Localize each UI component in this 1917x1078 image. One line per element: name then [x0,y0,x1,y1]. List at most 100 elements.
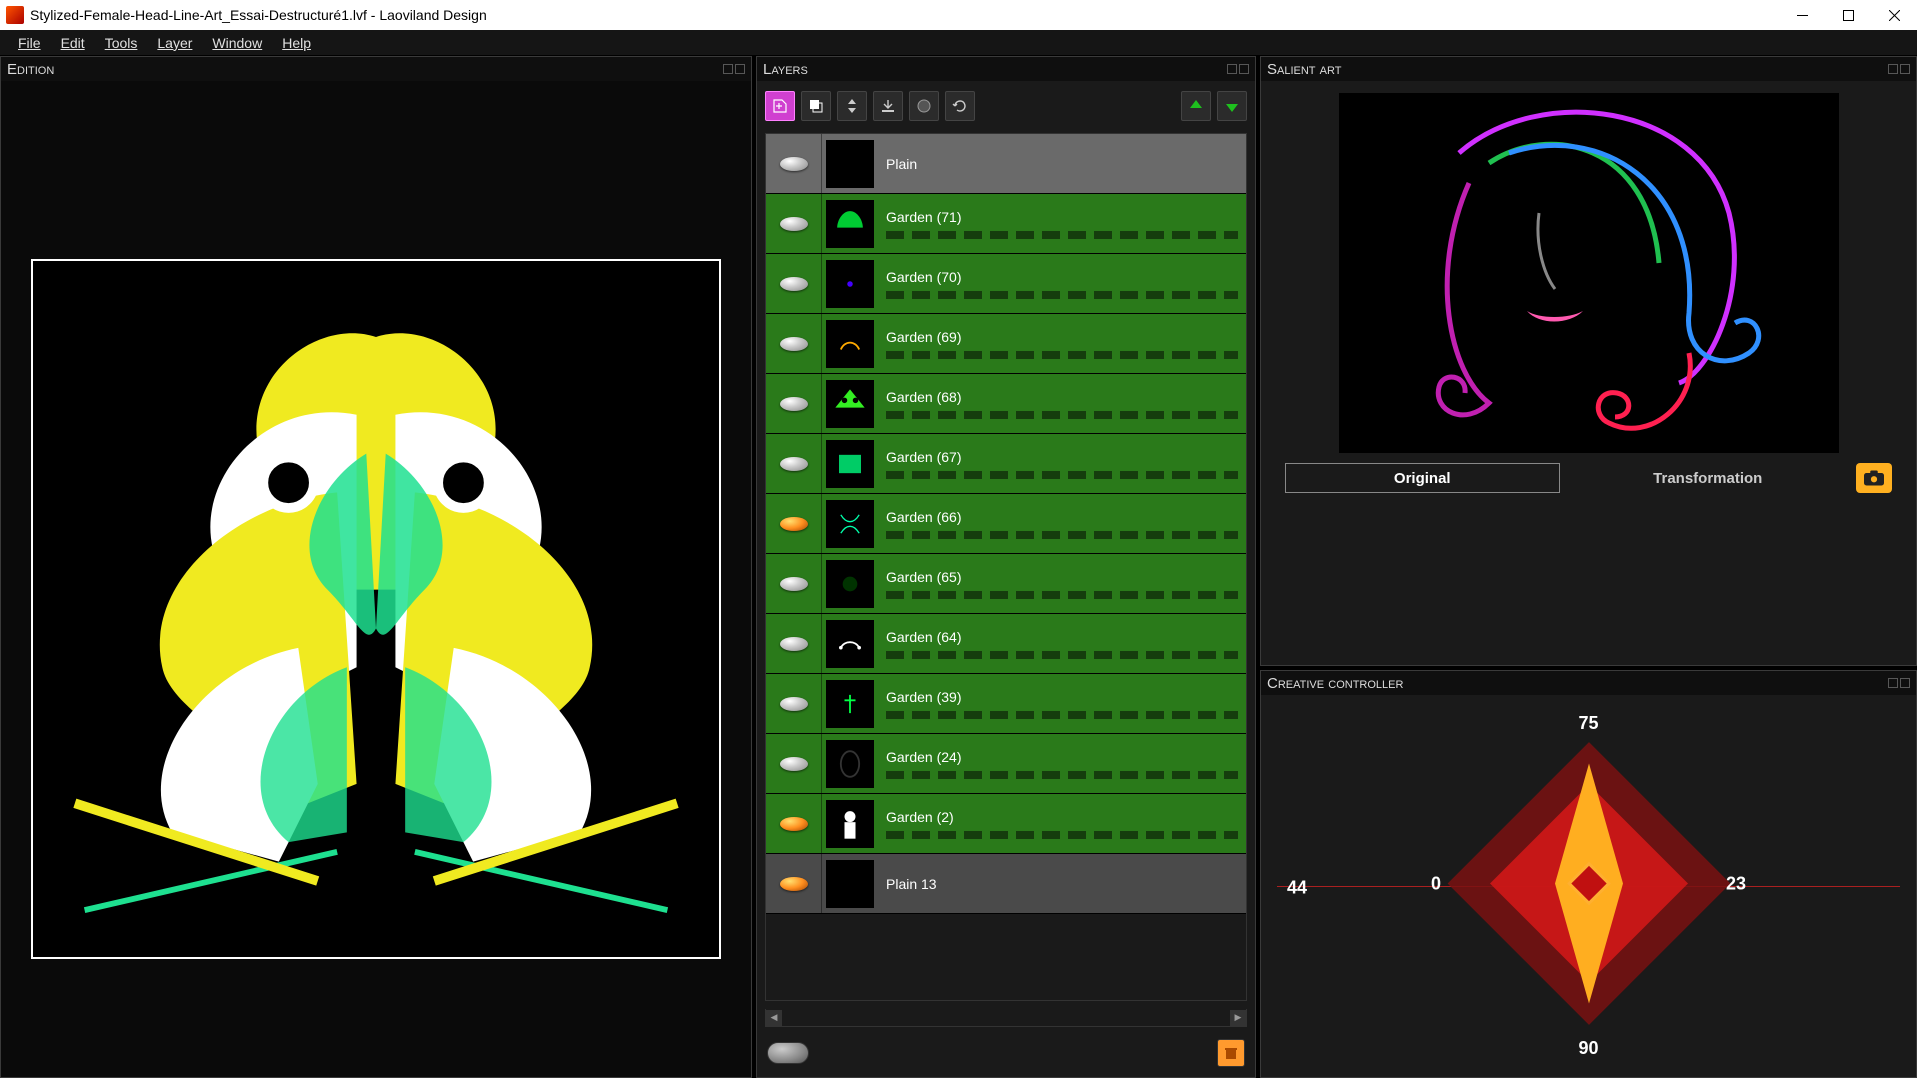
layer-row[interactable]: Garden (24) [766,734,1246,794]
eye-icon [780,697,808,711]
layers-panel-header[interactable]: Layers [757,57,1255,81]
salient-art-panel-title: Salient art [1267,61,1341,78]
edition-canvas-area[interactable] [1,81,751,1077]
eye-icon [780,877,808,891]
creative-controller-panel-header[interactable]: Creative controller [1261,671,1916,695]
creative-value-left: 0 [1431,873,1441,894]
salient-art-preview [1339,93,1839,453]
menu-help[interactable]: Help [272,32,321,54]
layer-row[interactable]: Garden (66) [766,494,1246,554]
eye-icon [780,217,808,231]
window-close-button[interactable] [1871,0,1917,30]
layer-thumbnail [826,200,874,248]
menu-edit[interactable]: Edit [51,32,95,54]
menu-tools[interactable]: Tools [95,32,148,54]
layer-timeline-strip [886,591,1238,599]
layer-row[interactable]: Garden (68) [766,374,1246,434]
layer-visibility-toggle[interactable] [766,854,822,913]
layer-row[interactable]: Garden (39) [766,674,1246,734]
layer-visibility-toggle[interactable] [766,734,822,793]
layers-tool-fx-button[interactable] [909,91,939,121]
layer-row[interactable]: Garden (65) [766,554,1246,614]
layer-row[interactable]: Garden (70) [766,254,1246,314]
panel-close-icon[interactable] [735,64,745,74]
scroll-left-arrow-icon[interactable]: ◀ [766,1010,782,1026]
layer-timeline-strip [886,531,1238,539]
salient-snapshot-button[interactable] [1856,463,1892,493]
layer-thumbnail [826,140,874,188]
window-titlebar: Stylized-Female-Head-Line-Art_Essai-Dest… [0,0,1917,30]
scroll-right-arrow-icon[interactable]: ▶ [1230,1010,1246,1026]
eye-icon [780,457,808,471]
layer-visibility-toggle[interactable] [766,254,822,313]
layer-visibility-toggle[interactable] [766,194,822,253]
layer-timeline-strip [886,711,1238,719]
layer-visibility-toggle[interactable] [766,374,822,433]
layers-delete-button[interactable] [1217,1039,1245,1067]
salient-tab-transformation[interactable]: Transformation [1572,463,1845,493]
layer-visibility-toggle[interactable] [766,434,822,493]
layer-visibility-toggle[interactable] [766,794,822,853]
layer-timeline-strip [886,651,1238,659]
layers-move-down-button[interactable] [1217,91,1247,121]
layer-row[interactable]: Garden (64) [766,614,1246,674]
layer-row[interactable]: Plain 13 [766,854,1246,914]
menu-window[interactable]: Window [202,32,272,54]
layer-row[interactable]: Garden (71) [766,194,1246,254]
layer-name-label: Garden (66) [886,509,1238,525]
layers-list[interactable]: PlainGarden (71)Garden (70)Garden (69)Ga… [765,133,1247,1001]
eye-icon [780,157,808,171]
layer-visibility-toggle[interactable] [766,314,822,373]
layers-tool-duplicate-button[interactable] [801,91,831,121]
layer-visibility-toggle[interactable] [766,494,822,553]
layer-thumbnail [826,680,874,728]
layer-visibility-toggle[interactable] [766,554,822,613]
creative-controller-area[interactable]: 75 0 23 44 90 [1261,695,1916,1077]
creative-diamond-control[interactable] [1444,739,1734,1034]
panel-float-icon[interactable] [1888,64,1898,74]
window-minimize-button[interactable] [1779,0,1825,30]
menu-layer[interactable]: Layer [147,32,202,54]
salient-tab-original[interactable]: Original [1285,463,1560,493]
layers-toolbar [765,87,1247,125]
layer-name-label: Garden (2) [886,809,1238,825]
layer-row[interactable]: Garden (69) [766,314,1246,374]
layers-tool-merge-button[interactable] [837,91,867,121]
layers-horizontal-scrollbar[interactable]: ◀ ▶ [765,1009,1247,1027]
layer-visibility-toggle[interactable] [766,674,822,733]
layer-row[interactable]: Garden (2) [766,794,1246,854]
layers-tool-refresh-button[interactable] [945,91,975,121]
layer-name-label: Garden (24) [886,749,1238,765]
menu-file[interactable]: File [8,32,51,54]
edition-canvas[interactable] [31,259,721,959]
layer-row[interactable]: Plain [766,134,1246,194]
panel-close-icon[interactable] [1900,678,1910,688]
layer-visibility-toggle[interactable] [766,134,822,193]
layer-thumbnail [826,260,874,308]
eye-icon [780,577,808,591]
panel-float-icon[interactable] [1888,678,1898,688]
layer-visibility-toggle[interactable] [766,614,822,673]
layer-row[interactable]: Garden (67) [766,434,1246,494]
layer-name-label: Garden (39) [886,689,1238,705]
window-maximize-button[interactable] [1825,0,1871,30]
layer-thumbnail [826,440,874,488]
layer-name-label: Garden (70) [886,269,1238,285]
panel-float-icon[interactable] [723,64,733,74]
layer-timeline-strip [886,231,1238,239]
artwork-preview [36,269,716,949]
layers-move-up-button[interactable] [1181,91,1211,121]
layers-visibility-master-toggle[interactable] [767,1042,809,1064]
panel-close-icon[interactable] [1900,64,1910,74]
salient-art-panel-header[interactable]: Salient art [1261,57,1916,81]
eye-icon [780,817,808,831]
edition-panel-header[interactable]: Edition [1,57,751,81]
panel-float-icon[interactable] [1227,64,1237,74]
layers-panel-title: Layers [763,61,808,78]
creative-value-bottom: 90 [1578,1038,1598,1059]
layers-tool-flatten-button[interactable] [873,91,903,121]
panel-close-icon[interactable] [1239,64,1249,74]
creative-controller-panel-title: Creative controller [1267,675,1403,692]
layers-tool-new-layer-button[interactable] [765,91,795,121]
layer-thumbnail [826,560,874,608]
